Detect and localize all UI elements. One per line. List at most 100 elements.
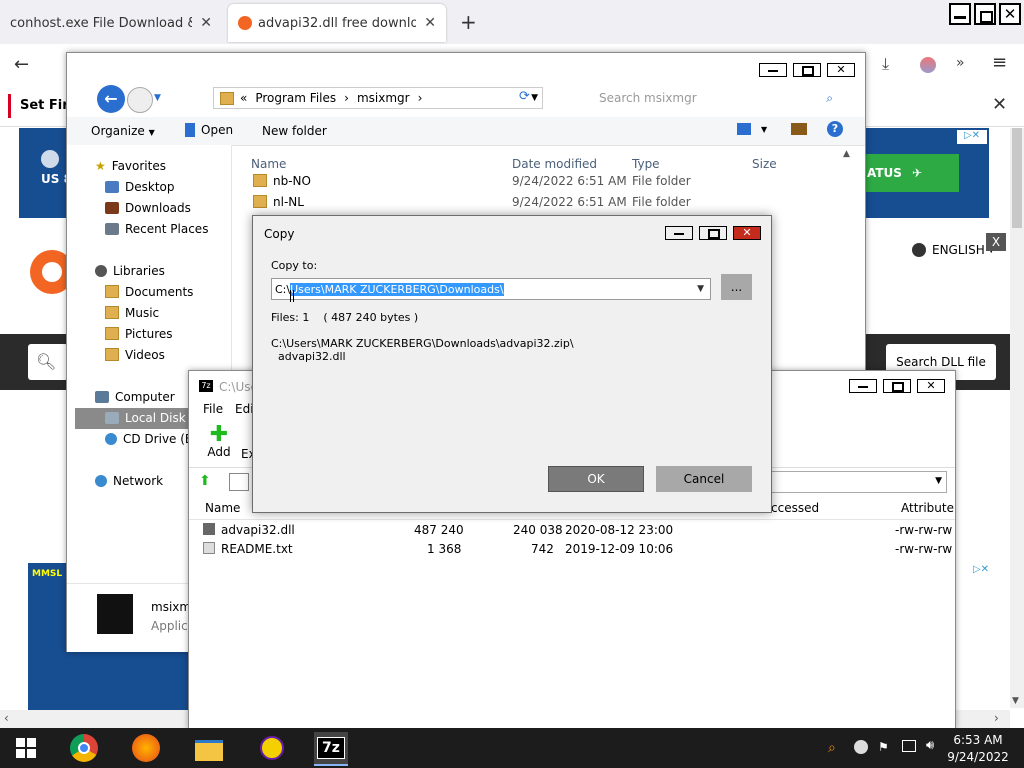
taskbar-time[interactable]: 6:53 AM	[950, 733, 1006, 747]
table-row[interactable]: advapi32.dll 487 240 240 038 2020-08-12 …	[189, 521, 955, 540]
dialog-maximize-button[interactable]	[699, 226, 727, 240]
account-icon[interactable]	[920, 57, 936, 73]
tab-close-icon[interactable]: ✕	[424, 15, 436, 31]
dialog-minimize-button[interactable]	[665, 226, 693, 240]
column-attributes[interactable]: Attribute	[901, 501, 954, 515]
explorer-maximize-button[interactable]	[793, 63, 821, 77]
open-button[interactable]: Open	[185, 123, 233, 137]
back-arrow-icon[interactable]: ←	[14, 54, 29, 75]
column-accessed[interactable]: ccessed	[771, 501, 819, 515]
search-icon[interactable]: ⌕	[828, 740, 836, 756]
nav-downloads[interactable]: Downloads	[105, 201, 191, 215]
view-chevron-down-icon[interactable]: ▼	[761, 125, 767, 134]
scroll-down-icon[interactable]: ▼	[1012, 696, 1019, 706]
menu-edit[interactable]: Edi	[235, 402, 254, 416]
file-row[interactable]: nb-NO	[253, 174, 311, 188]
window-restore-button[interactable]	[974, 3, 996, 25]
yahoo-messenger-icon[interactable]	[256, 734, 286, 762]
dll-search-input[interactable]: 🔍︎	[28, 344, 68, 380]
address-part-msixmgr[interactable]: msixmgr	[357, 91, 410, 105]
7zip-close-button[interactable]: ✕	[917, 379, 945, 393]
preview-pane-icon[interactable]	[791, 123, 807, 135]
refresh-icon[interactable]: ⟳	[519, 89, 541, 107]
notification-close-icon[interactable]: ✕	[992, 94, 1007, 115]
column-size[interactable]: Size	[752, 157, 777, 171]
explorer-close-button[interactable]: ✕	[827, 63, 855, 77]
scroll-thumb[interactable]	[1012, 128, 1022, 228]
page-vertical-scrollbar[interactable]: ▼	[1010, 128, 1024, 708]
help-icon[interactable]: ?	[827, 121, 843, 137]
column-name[interactable]: Name	[251, 157, 286, 171]
scroll-up-icon[interactable]: ▲	[843, 149, 850, 159]
taskbar-date[interactable]: 9/24/2022	[946, 750, 1010, 764]
ad-choices-icon[interactable]: ▷✕	[957, 130, 987, 144]
menu-file[interactable]: File	[203, 402, 223, 416]
7zip-path-input[interactable]: ▼	[769, 471, 947, 493]
menu-icon[interactable]: ≡	[992, 52, 1007, 73]
download-icon[interactable]: ⤓	[882, 54, 889, 74]
browse-button[interactable]: ...	[721, 274, 752, 300]
flag-icon[interactable]: ⚑	[878, 740, 889, 754]
nav-pictures[interactable]: Pictures	[105, 327, 173, 341]
nav-label: Computer	[115, 390, 175, 404]
maximize-icon	[708, 229, 720, 239]
copy-to-combobox[interactable]: C:\ Users\MARK ZUCKERBERG\Downloads\ ▼	[271, 278, 711, 300]
nav-libraries[interactable]: Libraries	[95, 264, 165, 278]
7zip-taskbar-button[interactable]: 7z	[314, 732, 348, 766]
address-bar[interactable]: « Program Files › msixmgr › ▼	[213, 87, 543, 109]
forward-button[interactable]	[127, 87, 153, 113]
firefox-icon[interactable]	[132, 734, 160, 762]
nav-computer[interactable]: Computer	[95, 390, 175, 404]
organize-button[interactable]: Organize ▼	[91, 124, 155, 138]
file-row[interactable]: nl-NL	[253, 195, 304, 209]
address-part-program-files[interactable]: Program Files	[255, 91, 336, 105]
ad-close-button[interactable]: X	[986, 233, 1006, 251]
scroll-left-icon[interactable]: ‹	[4, 711, 9, 725]
column-date-modified[interactable]: Date modified	[512, 157, 597, 171]
chrome-icon[interactable]	[70, 734, 98, 762]
7zip-maximize-button[interactable]	[883, 379, 911, 393]
organize-label: Organize	[91, 124, 145, 138]
ad-choices-icon[interactable]: ▷✕	[966, 564, 996, 578]
file-explorer-icon[interactable]	[194, 734, 224, 762]
nav-network[interactable]: Network	[95, 474, 163, 488]
column-name[interactable]: Name	[205, 501, 240, 515]
extensions-icon[interactable]: »	[956, 55, 965, 71]
new-tab-button[interactable]: +	[460, 10, 477, 34]
up-folder-icon[interactable]: ⬆	[199, 473, 217, 491]
nav-cd-drive[interactable]: CD Drive (E:	[105, 432, 197, 446]
new-folder-button[interactable]: New folder	[262, 124, 327, 138]
tab-close-icon[interactable]: ✕	[200, 15, 212, 31]
nav-music[interactable]: Music	[105, 306, 159, 320]
ok-button[interactable]: OK	[548, 466, 644, 492]
explorer-minimize-button[interactable]	[759, 63, 787, 77]
chevron-down-icon[interactable]: ▼	[697, 284, 704, 294]
start-button[interactable]	[14, 734, 44, 762]
volume-icon[interactable]: 🔊︎	[926, 738, 934, 753]
nav-desktop[interactable]: Desktop	[105, 180, 175, 194]
add-button[interactable]: ✚ Add	[205, 424, 233, 460]
tray-minus-icon[interactable]	[854, 740, 868, 754]
7zip-minimize-button[interactable]	[849, 379, 877, 393]
nav-recent-places[interactable]: Recent Places	[105, 222, 208, 236]
tab-advapi32[interactable]: advapi32.dll free download | DLL ✕	[228, 4, 446, 42]
address-overflow[interactable]: «	[240, 91, 247, 105]
history-chevron-down-icon[interactable]: ▼	[154, 93, 161, 103]
window-close-button[interactable]: ✕	[999, 3, 1021, 25]
network-tray-icon[interactable]	[902, 740, 916, 752]
nav-documents[interactable]: Documents	[105, 285, 193, 299]
window-minimize-button[interactable]	[949, 3, 971, 25]
nav-favorites[interactable]: ★ Favorites	[95, 159, 166, 173]
explorer-search-input[interactable]: Search msixmgr ⌕	[599, 87, 839, 109]
scroll-right-icon[interactable]: ›	[994, 711, 999, 725]
dialog-close-button[interactable]: ✕	[733, 226, 761, 240]
dll-site-favicon-icon	[238, 16, 252, 30]
table-row[interactable]: README.txt 1 368 742 2019-12-09 10:06 -r…	[189, 540, 955, 559]
tab-conhost[interactable]: conhost.exe File Download & Fix Fo ✕	[0, 4, 222, 42]
nav-videos[interactable]: Videos	[105, 348, 165, 362]
cancel-button[interactable]: Cancel	[656, 466, 752, 492]
view-options-icon[interactable]	[737, 123, 751, 135]
column-type[interactable]: Type	[632, 157, 660, 171]
back-button[interactable]: ←	[97, 85, 125, 113]
language-selector[interactable]: ENGLISH ▼	[912, 243, 995, 257]
